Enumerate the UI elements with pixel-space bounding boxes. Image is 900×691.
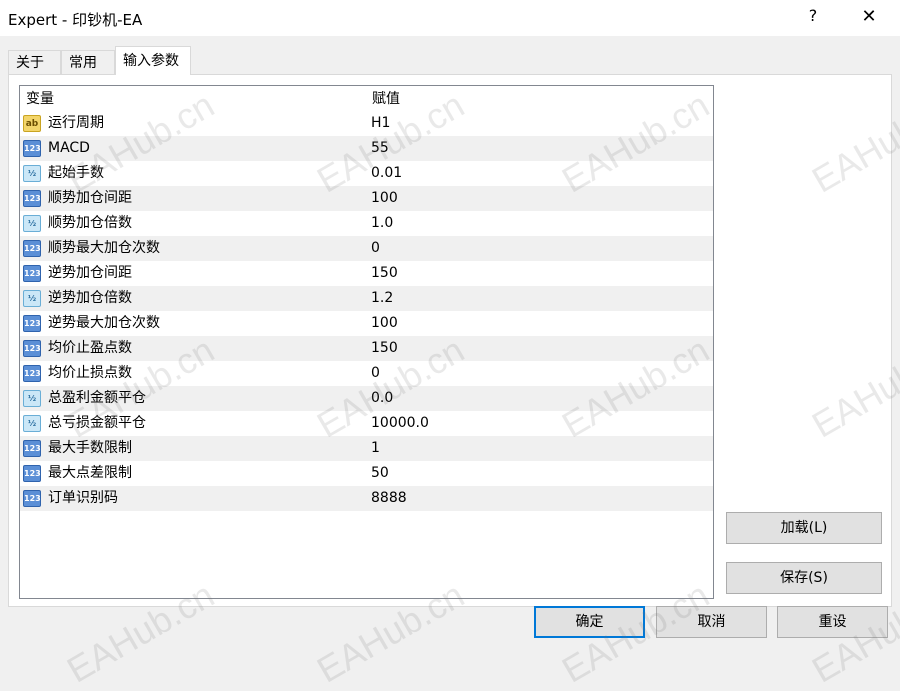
param-value[interactable]: 8888: [371, 486, 407, 511]
param-name: 均价止盈点数: [48, 340, 132, 356]
header-variable[interactable]: 变量: [26, 86, 54, 112]
integer-type-icon: 123: [23, 365, 41, 382]
table-row[interactable]: 123 逆势最大加仓次数 100: [20, 311, 713, 336]
tab-inputs[interactable]: 输入参数: [115, 46, 191, 75]
ok-button[interactable]: 确定: [534, 606, 645, 638]
table-row[interactable]: ab 运行周期 H1: [20, 111, 713, 136]
integer-type-icon: 123: [23, 190, 41, 207]
table-row[interactable]: ½ 逆势加仓倍数 1.2: [20, 286, 713, 311]
table-row[interactable]: 123 顺势加仓间距 100: [20, 186, 713, 211]
param-name: 起始手数: [48, 165, 104, 181]
integer-type-icon: 123: [23, 465, 41, 482]
integer-type-icon: 123: [23, 240, 41, 257]
param-name: 逆势加仓倍数: [48, 290, 132, 306]
title-bar: Expert - 印钞机-EA ? ✕: [0, 0, 900, 36]
double-type-icon: ½: [23, 165, 41, 182]
double-type-icon: ½: [23, 290, 41, 307]
string-type-icon: ab: [23, 115, 41, 132]
param-value[interactable]: 0: [371, 236, 380, 261]
param-name: 逆势最大加仓次数: [48, 315, 160, 331]
param-name: 顺势加仓倍数: [48, 215, 132, 231]
tab-about[interactable]: 关于: [8, 50, 61, 74]
param-name: 逆势加仓间距: [48, 265, 132, 281]
save-button[interactable]: 保存(S): [726, 562, 882, 594]
integer-type-icon: 123: [23, 340, 41, 357]
window-title: Expert - 印钞机-EA: [8, 11, 143, 29]
table-row[interactable]: 123 最大点差限制 50: [20, 461, 713, 486]
param-name: 顺势最大加仓次数: [48, 240, 160, 256]
param-name: 订单识别码: [48, 490, 118, 506]
parameters-table[interactable]: 变量 赋值 ab 运行周期 H1 123 MACD 55 ½ 起始手数 0.01 123 顺势加仓间…: [19, 85, 714, 599]
table-header: 变量 赋值: [20, 86, 713, 111]
param-value[interactable]: 0.0: [371, 386, 393, 411]
table-row[interactable]: 123 均价止盈点数 150: [20, 336, 713, 361]
integer-type-icon: 123: [23, 140, 41, 157]
integer-type-icon: 123: [23, 440, 41, 457]
integer-type-icon: 123: [23, 265, 41, 282]
param-name: 顺势加仓间距: [48, 190, 132, 206]
double-type-icon: ½: [23, 415, 41, 432]
table-row[interactable]: 123 最大手数限制 1: [20, 436, 713, 461]
param-value[interactable]: H1: [371, 111, 390, 136]
param-name: 最大手数限制: [48, 440, 132, 456]
param-name: 均价止损点数: [48, 365, 132, 381]
table-row[interactable]: ½ 总盈利金额平仓 0.0: [20, 386, 713, 411]
param-value[interactable]: 10000.0: [371, 411, 429, 436]
param-value[interactable]: 1.0: [371, 211, 393, 236]
param-name: MACD: [48, 140, 90, 156]
table-row[interactable]: 123 订单识别码 8888: [20, 486, 713, 511]
tab-common[interactable]: 常用: [61, 50, 115, 74]
integer-type-icon: 123: [23, 490, 41, 507]
header-value[interactable]: 赋值: [372, 86, 400, 112]
integer-type-icon: 123: [23, 315, 41, 332]
param-value[interactable]: 1.2: [371, 286, 393, 311]
reset-button[interactable]: 重设: [777, 606, 888, 638]
param-value[interactable]: 150: [371, 261, 398, 286]
load-button[interactable]: 加载(L): [726, 512, 882, 544]
param-name: 总亏损金额平仓: [48, 415, 146, 431]
param-value[interactable]: 1: [371, 436, 380, 461]
param-value[interactable]: 0.01: [371, 161, 402, 186]
table-row[interactable]: ½ 起始手数 0.01: [20, 161, 713, 186]
close-icon[interactable]: ✕: [857, 6, 881, 27]
table-row[interactable]: ½ 总亏损金额平仓 10000.0: [20, 411, 713, 436]
param-value[interactable]: 50: [371, 461, 389, 486]
table-row[interactable]: 123 均价止损点数 0: [20, 361, 713, 386]
table-row[interactable]: ½ 顺势加仓倍数 1.0: [20, 211, 713, 236]
help-icon[interactable]: ?: [803, 6, 823, 25]
double-type-icon: ½: [23, 390, 41, 407]
table-row[interactable]: 123 MACD 55: [20, 136, 713, 161]
param-name: 总盈利金额平仓: [48, 390, 146, 406]
cancel-button[interactable]: 取消: [656, 606, 767, 638]
param-name: 运行周期: [48, 115, 104, 131]
param-value[interactable]: 55: [371, 136, 389, 161]
param-value[interactable]: 0: [371, 361, 380, 386]
double-type-icon: ½: [23, 215, 41, 232]
param-value[interactable]: 100: [371, 311, 398, 336]
table-row[interactable]: 123 顺势最大加仓次数 0: [20, 236, 713, 261]
param-value[interactable]: 100: [371, 186, 398, 211]
param-name: 最大点差限制: [48, 465, 132, 481]
table-row[interactable]: 123 逆势加仓间距 150: [20, 261, 713, 286]
param-value[interactable]: 150: [371, 336, 398, 361]
